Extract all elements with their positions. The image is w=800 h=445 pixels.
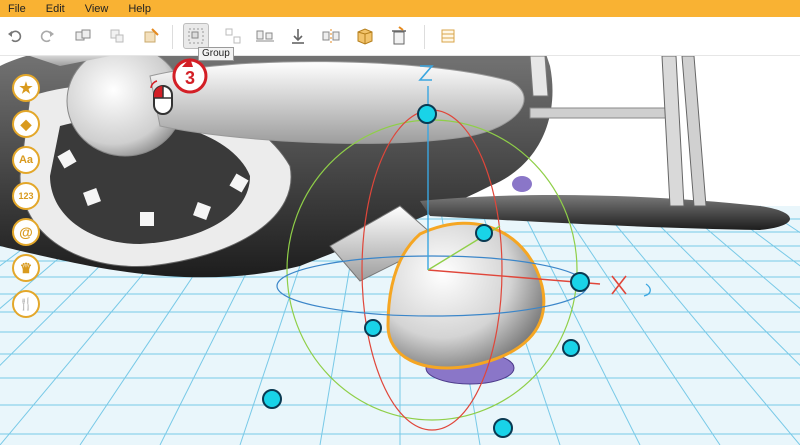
- redo-button[interactable]: [34, 23, 60, 49]
- align-icon: [256, 30, 274, 42]
- selected-wheel-fairing[interactable]: [386, 221, 546, 370]
- handle-bottom[interactable]: [493, 418, 513, 438]
- number-icon: 123: [18, 191, 34, 201]
- sidebar-star-button[interactable]: ★: [12, 74, 40, 102]
- sidebar-crown-button[interactable]: ♛: [12, 254, 40, 282]
- menu-bar: File Edit View Help: [0, 0, 800, 17]
- group-button[interactable]: [183, 23, 209, 49]
- ungroup-icon: [225, 28, 241, 44]
- drop-to-ground-icon: [292, 29, 304, 44]
- sidebar-symbol-button[interactable]: @: [12, 218, 40, 246]
- menu-file[interactable]: File: [8, 3, 26, 15]
- sidebar-number-button[interactable]: 123: [12, 182, 40, 210]
- paste-button[interactable]: [104, 23, 130, 49]
- paste-icon: [110, 29, 124, 43]
- ungroup-button[interactable]: [220, 23, 246, 49]
- handle-bottom-left[interactable]: [262, 389, 282, 409]
- redo-icon: [40, 30, 54, 43]
- box-button[interactable]: [352, 23, 378, 49]
- undo-icon: [8, 30, 22, 43]
- delete-icon: [392, 26, 406, 45]
- menu-view[interactable]: View: [85, 3, 109, 15]
- sidebar-tools-button[interactable]: 🍴: [12, 290, 40, 318]
- strut: [661, 56, 685, 207]
- group-icon: [188, 28, 204, 44]
- step-number: 3: [185, 68, 195, 88]
- align-button[interactable]: [252, 23, 278, 49]
- box-icon: [357, 28, 373, 45]
- handle-center[interactable]: [475, 224, 493, 242]
- scene: Z X: [0, 56, 800, 445]
- sidebar-shape-button[interactable]: ◆: [12, 110, 40, 138]
- text-icon: Aa: [18, 154, 34, 166]
- symbol-icon: @: [19, 224, 33, 240]
- copy-button[interactable]: [70, 23, 96, 49]
- handle-top[interactable]: [417, 104, 437, 124]
- handle-right[interactable]: [570, 272, 590, 292]
- mirror-icon: [322, 29, 340, 43]
- toolbar-separator: [424, 25, 425, 49]
- star-icon: ★: [19, 80, 33, 97]
- menu-help[interactable]: Help: [128, 3, 151, 15]
- 3d-viewport[interactable]: Z X ★ ◆ Aa 123 @ ♛ 🍴: [0, 56, 800, 445]
- grid-icon: [441, 29, 455, 43]
- mouse-left-click-icon: [150, 80, 173, 115]
- shape-icon: ◆: [20, 115, 32, 132]
- toolbar: [0, 17, 800, 56]
- menu-edit[interactable]: Edit: [46, 3, 65, 15]
- import-button[interactable]: [138, 23, 164, 49]
- undo-button[interactable]: [2, 23, 28, 49]
- drop-to-ground-button[interactable]: [285, 23, 311, 49]
- sidebar-text-button[interactable]: Aa: [12, 146, 40, 174]
- mirror-button[interactable]: [318, 23, 344, 49]
- grid-button[interactable]: [435, 23, 461, 49]
- handle-left[interactable]: [364, 319, 382, 337]
- copy-icon: [75, 29, 91, 41]
- crown-icon: ♛: [19, 259, 33, 276]
- toolbar-separator: [172, 25, 173, 49]
- handle-lower-right[interactable]: [562, 339, 580, 357]
- delete-button[interactable]: [386, 23, 412, 49]
- import-icon: [144, 28, 159, 43]
- tools-icon: 🍴: [18, 297, 34, 311]
